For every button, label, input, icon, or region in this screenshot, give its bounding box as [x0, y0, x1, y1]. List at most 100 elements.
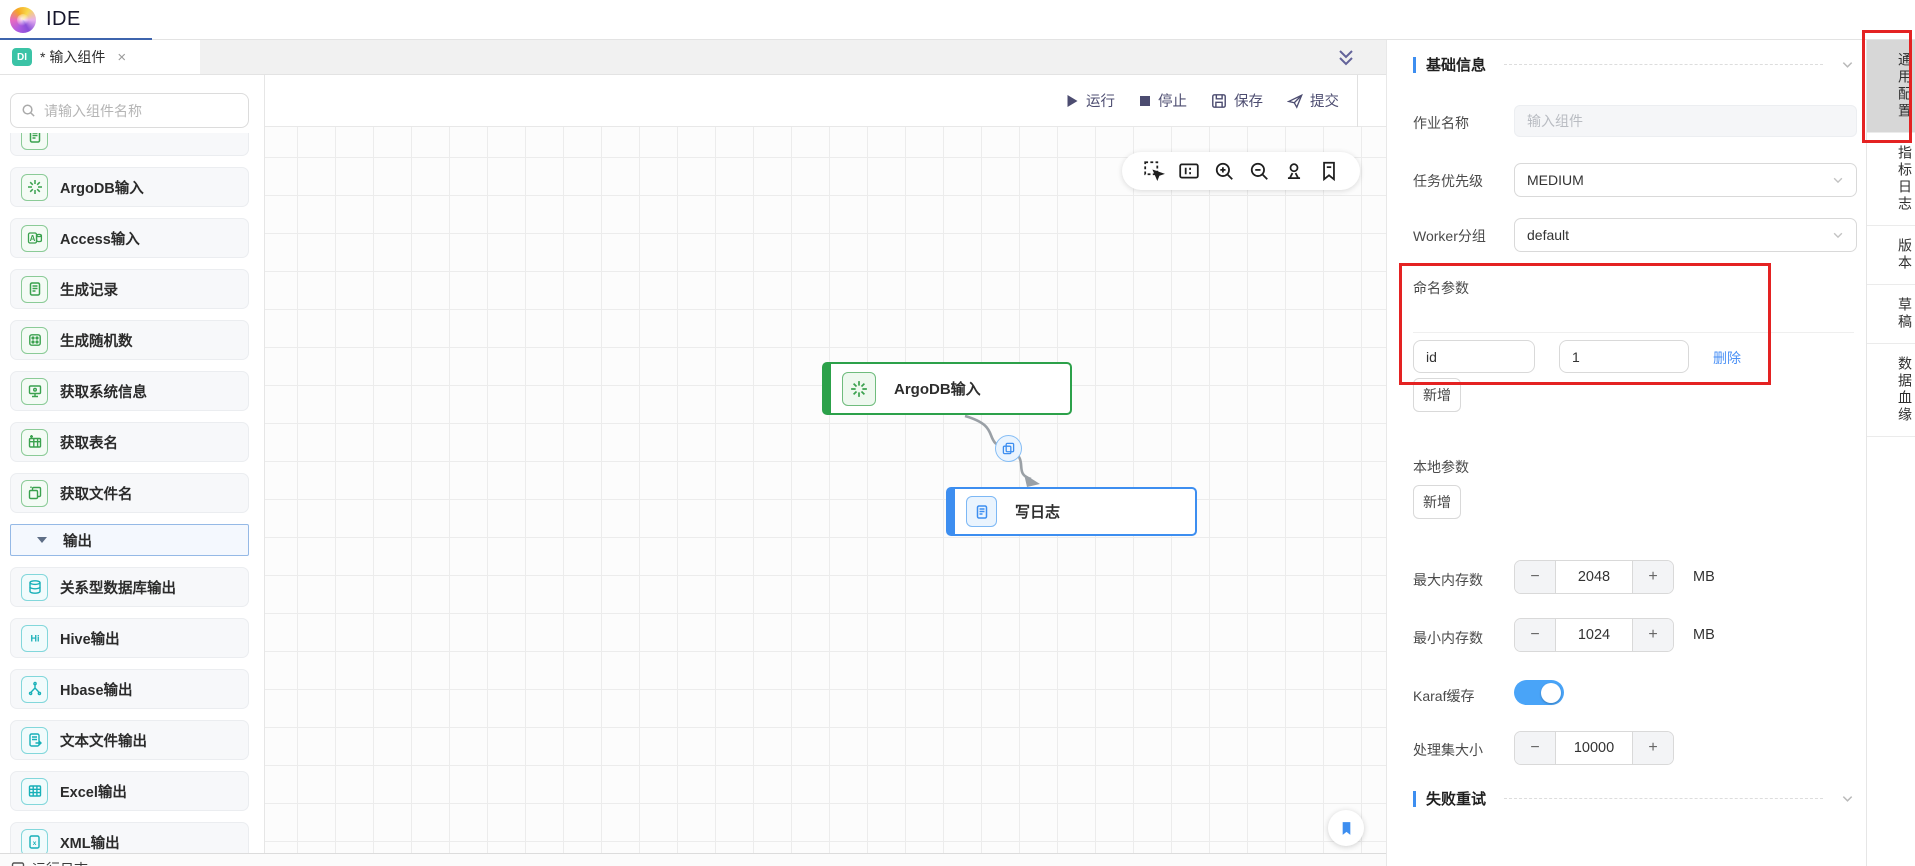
- group-header-output[interactable]: 输出: [10, 524, 249, 556]
- add-local-param-button[interactable]: 新增: [1413, 485, 1461, 519]
- list-item-label: XML输出: [60, 835, 120, 852]
- zoom-out-icon[interactable]: [1248, 160, 1270, 182]
- node-label: ArgoDB输入: [894, 381, 981, 398]
- add-named-param-button[interactable]: 新增: [1413, 378, 1461, 412]
- list-item-text-file-output[interactable]: 文本文件输出: [10, 720, 249, 760]
- list-item-generate-random[interactable]: 生成随机数: [10, 320, 249, 360]
- max-memory-label: 最大内存数: [1413, 572, 1483, 588]
- section-title: 基础信息: [1426, 57, 1487, 74]
- collapse-tabs-icon[interactable]: [1334, 46, 1358, 70]
- delete-param-link[interactable]: 删除: [1713, 348, 1741, 368]
- minus-button[interactable]: −: [1515, 732, 1555, 764]
- list-item-label: Excel输出: [60, 784, 127, 801]
- chevron-down-icon: [1833, 232, 1843, 239]
- access-db-icon: A: [21, 224, 48, 252]
- list-item-get-system-info[interactable]: 获取系统信息: [10, 371, 249, 411]
- bookmark-minus-icon[interactable]: [1318, 160, 1340, 182]
- list-item-get-file-name[interactable]: 获取文件名: [10, 473, 249, 513]
- dashed-rule: [1504, 64, 1823, 65]
- starburst-icon: [842, 371, 876, 406]
- minus-button[interactable]: −: [1515, 619, 1555, 651]
- worker-group-label: Worker分组: [1413, 228, 1486, 244]
- app-header: IDE: [0, 0, 1915, 41]
- bookmark-fab[interactable]: [1328, 810, 1364, 846]
- section-basic-info[interactable]: 基础信息: [1413, 54, 1854, 75]
- app-logo-icon: [10, 7, 36, 33]
- stop-button[interactable]: 停止: [1139, 90, 1187, 111]
- local-params-label: 本地参数: [1413, 459, 1469, 475]
- database-icon: [21, 573, 48, 601]
- chevron-down-icon[interactable]: [1841, 792, 1854, 805]
- priority-select[interactable]: MEDIUM: [1514, 163, 1857, 197]
- plus-button[interactable]: +: [1633, 732, 1673, 764]
- flow-canvas[interactable]: 运行 停止 保存 提交 ArgoDB输入 写日志: [265, 75, 1386, 866]
- section-title: 失败重试: [1426, 791, 1487, 808]
- run-button[interactable]: 运行: [1066, 90, 1115, 111]
- list-item-excel-output[interactable]: Excel输出: [10, 771, 249, 811]
- stop-icon: [1140, 95, 1150, 106]
- section-retry[interactable]: 失败重试: [1413, 788, 1854, 809]
- karaf-cache-label: Karaf缓存: [1413, 688, 1475, 704]
- app-title: IDE: [46, 8, 81, 30]
- fork-icon: [21, 675, 48, 703]
- list-item-partial[interactable]: [10, 133, 249, 156]
- monitor-icon: [21, 377, 48, 405]
- node-accent-bar: [948, 489, 955, 534]
- list-item-argodb-input[interactable]: ArgoDB输入: [10, 167, 249, 207]
- job-name-input[interactable]: [1514, 105, 1857, 137]
- vtab-draft[interactable]: 草稿: [1867, 285, 1915, 344]
- marquee-select-icon[interactable]: [1143, 160, 1165, 182]
- worker-group-select[interactable]: default: [1514, 218, 1857, 252]
- param-value-input[interactable]: [1559, 340, 1689, 373]
- component-search[interactable]: [10, 93, 249, 128]
- max-memory-value[interactable]: 2048: [1555, 561, 1633, 593]
- tab-title: * 输入组件: [40, 49, 106, 65]
- status-bar[interactable]: 运行日志: [0, 853, 1386, 866]
- list-item-rdb-output[interactable]: 关系型数据库输出: [10, 567, 249, 607]
- search-input[interactable]: [44, 102, 238, 119]
- batch-size-label: 处理集大小: [1413, 742, 1483, 758]
- list-item-hbase-output[interactable]: Hbase输出: [10, 669, 249, 709]
- min-memory-value[interactable]: 1024: [1555, 619, 1633, 651]
- worker-group-value: default: [1527, 227, 1570, 243]
- edge-copy-badge[interactable]: [995, 435, 1022, 462]
- zoom-in-icon[interactable]: [1213, 160, 1235, 182]
- list-item-access-input[interactable]: A Access输入: [10, 218, 249, 258]
- save-icon: [1212, 93, 1226, 108]
- plus-button[interactable]: +: [1633, 561, 1673, 593]
- minus-button[interactable]: −: [1515, 561, 1555, 593]
- vtab-data-lineage[interactable]: 数据血缘: [1867, 344, 1915, 437]
- vtab-version[interactable]: 版本: [1867, 226, 1915, 285]
- list-item-get-table-name[interactable]: 获取表名: [10, 422, 249, 462]
- save-button[interactable]: 保存: [1211, 90, 1263, 111]
- plus-button[interactable]: +: [1633, 619, 1673, 651]
- node-argodb-input[interactable]: ArgoDB输入: [822, 362, 1072, 415]
- job-name-label: 作业名称: [1413, 115, 1469, 131]
- copy-icon: [1002, 442, 1015, 455]
- priority-value: MEDIUM: [1527, 172, 1584, 188]
- vtab-general-config[interactable]: 通用配置: [1867, 40, 1915, 133]
- list-item-generate-records[interactable]: 生成记录: [10, 269, 249, 309]
- batch-size-value[interactable]: 10000: [1555, 732, 1633, 764]
- locate-icon[interactable]: [1283, 160, 1305, 182]
- starburst-icon: [21, 173, 48, 201]
- canvas-tools-pill: [1122, 152, 1360, 190]
- document-icon: [21, 133, 48, 150]
- list-item-xml-output[interactable]: x XML输出: [10, 822, 249, 853]
- node-write-log[interactable]: 写日志: [946, 487, 1197, 536]
- component-sidebar: ArgoDB输入 A Access输入 生成记录: [0, 75, 265, 866]
- chevron-down-triangle-icon: [37, 537, 47, 543]
- list-item-label: 获取系统信息: [60, 384, 147, 401]
- submit-button[interactable]: 提交: [1287, 90, 1339, 111]
- chevron-down-icon[interactable]: [1841, 58, 1854, 71]
- karaf-cache-toggle[interactable]: [1514, 680, 1564, 705]
- layout-icon[interactable]: [1178, 160, 1200, 182]
- tab-input-component[interactable]: DI * 输入组件 ×: [0, 40, 200, 74]
- hive-hi-icon: Hi: [21, 624, 48, 652]
- param-key-input[interactable]: [1413, 340, 1535, 373]
- vtab-metrics-log[interactable]: 指标日志: [1867, 133, 1915, 226]
- tab-close-icon[interactable]: ×: [117, 49, 126, 66]
- list-item-hive-output[interactable]: Hi Hive输出: [10, 618, 249, 658]
- document-lines-icon: [21, 275, 48, 303]
- max-memory-stepper: − 2048 +: [1514, 560, 1674, 594]
